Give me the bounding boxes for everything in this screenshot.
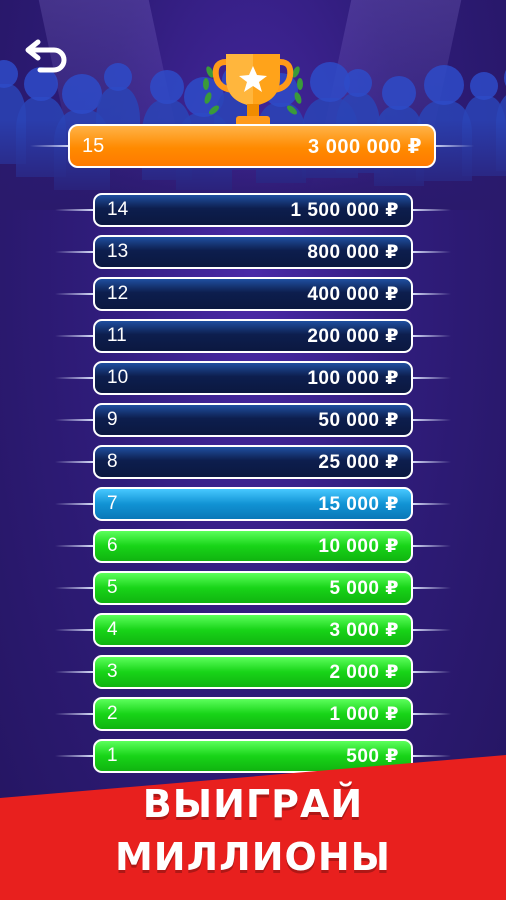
prize-amount: 200 000 ₽ xyxy=(307,325,399,347)
row-line-left xyxy=(55,503,95,505)
prize-level: 1 xyxy=(107,745,118,766)
prize-amount: 10 000 ₽ xyxy=(318,535,399,557)
crowd-head xyxy=(382,76,416,110)
row-line-left xyxy=(55,629,95,631)
prize-level: 4 xyxy=(107,619,118,640)
prize-level: 9 xyxy=(107,409,118,430)
row-line-left xyxy=(55,377,95,379)
row-line-right xyxy=(411,461,451,463)
prize-row-15[interactable]: 15 3 000 000 ₽ xyxy=(68,124,436,168)
prize-level: 11 xyxy=(107,325,127,346)
prize-level: 7 xyxy=(107,493,118,514)
crowd-head xyxy=(0,60,18,88)
prize-level: 10 xyxy=(107,367,129,388)
prize-row-2[interactable]: 2 1 000 ₽ xyxy=(93,697,413,731)
prize-level: 13 xyxy=(107,241,129,262)
crowd-head xyxy=(424,65,464,105)
row-line-left xyxy=(55,755,95,757)
row-line-left xyxy=(55,419,95,421)
prize-row-12[interactable]: 12 400 000 ₽ xyxy=(93,277,413,311)
back-arrow-icon xyxy=(25,39,67,73)
row-line-right xyxy=(411,587,451,589)
row-line-right xyxy=(411,503,451,505)
row-line-left xyxy=(55,335,95,337)
row-line-left xyxy=(55,251,95,253)
prize-row-14[interactable]: 14 1 500 000 ₽ xyxy=(93,193,413,227)
prize-level: 15 xyxy=(82,134,105,157)
prize-amount: 1 500 000 ₽ xyxy=(290,199,399,221)
prize-row-3[interactable]: 3 2 000 ₽ xyxy=(93,655,413,689)
back-button[interactable] xyxy=(24,30,72,78)
prize-amount: 5 000 ₽ xyxy=(329,577,399,599)
prize-level: 3 xyxy=(107,661,118,682)
prize-amount: 15 000 ₽ xyxy=(318,493,399,515)
row-line-right xyxy=(411,671,451,673)
row-line-right xyxy=(411,545,451,547)
row-line-left xyxy=(55,293,95,295)
crowd-head xyxy=(470,72,498,100)
prize-level: 2 xyxy=(107,703,118,724)
row-line-left xyxy=(55,545,95,547)
prize-level: 8 xyxy=(107,451,118,472)
row-line-right xyxy=(411,209,451,211)
crowd-head xyxy=(104,63,132,91)
prize-amount: 3 000 ₽ xyxy=(329,619,399,641)
row-line-right xyxy=(411,713,451,715)
row-line-right xyxy=(411,335,451,337)
prize-row-10[interactable]: 10 100 000 ₽ xyxy=(93,361,413,395)
prize-level: 6 xyxy=(107,535,118,556)
row-line-right xyxy=(430,145,474,147)
prize-amount: 400 000 ₽ xyxy=(307,283,399,305)
prize-row-9[interactable]: 9 50 000 ₽ xyxy=(93,403,413,437)
prize-row-13[interactable]: 13 800 000 ₽ xyxy=(93,235,413,269)
prize-row-5[interactable]: 5 5 000 ₽ xyxy=(93,571,413,605)
crowd-head xyxy=(150,70,184,104)
prize-level: 12 xyxy=(107,283,129,304)
row-line-left xyxy=(55,587,95,589)
prize-amount: 500 ₽ xyxy=(346,745,399,767)
row-line-right xyxy=(411,377,451,379)
prize-row-11[interactable]: 11 200 000 ₽ xyxy=(93,319,413,353)
prize-amount: 50 000 ₽ xyxy=(318,409,399,431)
prize-row-6[interactable]: 6 10 000 ₽ xyxy=(93,529,413,563)
row-line-right xyxy=(411,419,451,421)
prize-row-8[interactable]: 8 25 000 ₽ xyxy=(93,445,413,479)
row-line-right xyxy=(411,629,451,631)
prize-level: 14 xyxy=(107,199,129,220)
row-line-left xyxy=(55,209,95,211)
prize-amount: 25 000 ₽ xyxy=(318,451,399,473)
prize-amount: 2 000 ₽ xyxy=(329,661,399,683)
promo-banner-line1: ВЫИГРАЙ xyxy=(142,782,364,826)
row-line-right xyxy=(411,293,451,295)
prize-level: 5 xyxy=(107,577,118,598)
prize-amount: 800 000 ₽ xyxy=(307,241,399,263)
row-line-left xyxy=(55,461,95,463)
row-line-right xyxy=(411,755,451,757)
prize-amount: 1 000 ₽ xyxy=(329,703,399,725)
prize-row-4[interactable]: 4 3 000 ₽ xyxy=(93,613,413,647)
trophy-icon xyxy=(203,54,303,128)
prize-row-1[interactable]: 1 500 ₽ xyxy=(93,739,413,773)
row-line-left xyxy=(55,671,95,673)
row-line-right xyxy=(411,251,451,253)
prize-row-7[interactable]: 7 15 000 ₽ xyxy=(93,487,413,521)
row-line-left xyxy=(55,713,95,715)
crowd-head xyxy=(344,69,372,97)
prize-amount: 100 000 ₽ xyxy=(307,367,399,389)
promo-banner-line2: МИЛЛИОНЫ xyxy=(114,835,392,879)
prize-amount: 3 000 000 ₽ xyxy=(308,135,422,158)
